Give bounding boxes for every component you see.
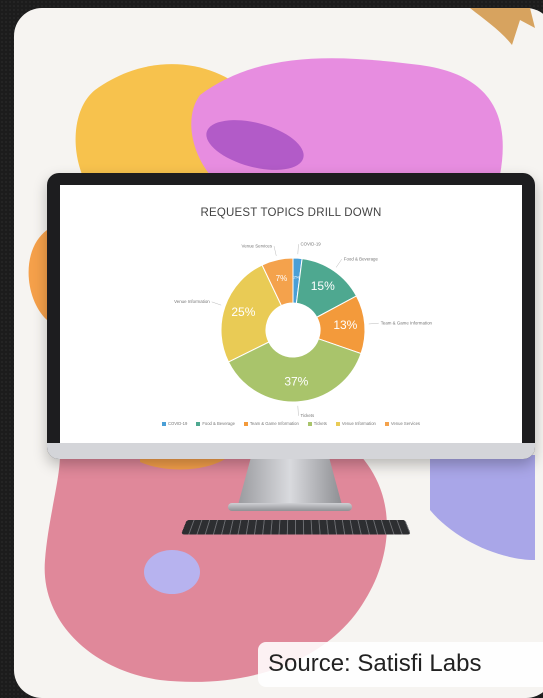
legend-label-2: Team & Game Information: [249, 421, 299, 426]
slice-name-label-4: Venue Information: [174, 299, 210, 304]
donut-chart: 2% COVID-19 15% Food & Beverage 13% Team & Ga…: [174, 241, 433, 418]
callout-line-4: [211, 301, 222, 306]
monitor-stand: [238, 459, 342, 505]
legend-item-1: Food & Beverage: [196, 421, 235, 426]
callout-line-2: [368, 322, 379, 325]
orange-left-blob: [28, 230, 47, 320]
legend-label-5: Venue Services: [390, 421, 420, 426]
callout-line-0: [297, 244, 299, 255]
legend-item-3: Tickets: [307, 421, 327, 426]
legend-label-4: Venue Information: [341, 421, 376, 426]
lavender-dot: [144, 550, 200, 594]
legend-item-4: Venue Information: [335, 421, 376, 426]
legend-label-3: Tickets: [313, 421, 327, 426]
legend-swatch-5: [384, 421, 389, 426]
legend-label-1: Food & Beverage: [202, 421, 235, 426]
legend-label-0: COVID-19: [167, 421, 188, 426]
source-caption: Source: Satisfi Labs: [268, 650, 482, 677]
legend-swatch-1: [196, 421, 201, 426]
slice-value-label-4: 25%: [231, 305, 255, 319]
monitor-chin: [47, 443, 535, 459]
monitor-stand-base: [228, 503, 352, 511]
slice-name-label-1: Food & Beverage: [344, 256, 379, 261]
blue-blob: [430, 455, 535, 560]
legend-swatch-2: [243, 421, 248, 426]
arrow-decoration: [470, 8, 535, 45]
legend-swatch-0: [161, 421, 166, 426]
slice-name-label-5: Venue Services: [242, 243, 273, 248]
callout-line-1: [335, 259, 342, 268]
slice-value-label-3: 37%: [284, 375, 308, 389]
legend-item-2: Team & Game Information: [243, 421, 299, 426]
monitor-screen: REQUEST TOPICS DRILL DOWN 2% COVID-19 15% F…: [60, 185, 522, 443]
slice-value-label-0: 2%: [293, 275, 299, 280]
legend-item-0: COVID-19: [161, 421, 188, 426]
chart-legend: COVID-19 Food & Beverage Team & Game Infor…: [60, 421, 522, 426]
callout-line-3: [297, 405, 299, 416]
slice-value-label-1: 15%: [311, 279, 335, 293]
callout-line-5: [273, 246, 277, 256]
slice-value-label-5: 7%: [276, 274, 288, 283]
slice-name-label-0: COVID-19: [300, 241, 321, 246]
legend-swatch-3: [307, 421, 312, 426]
slice-name-label-3: Tickets: [300, 413, 315, 418]
legend-item-5: Venue Services: [384, 421, 420, 426]
legend-swatch-4: [335, 421, 340, 426]
slice-value-label-2: 13%: [333, 318, 357, 332]
keyboard: [181, 519, 411, 535]
slice-name-label-2: Team & Game Information: [381, 320, 433, 325]
